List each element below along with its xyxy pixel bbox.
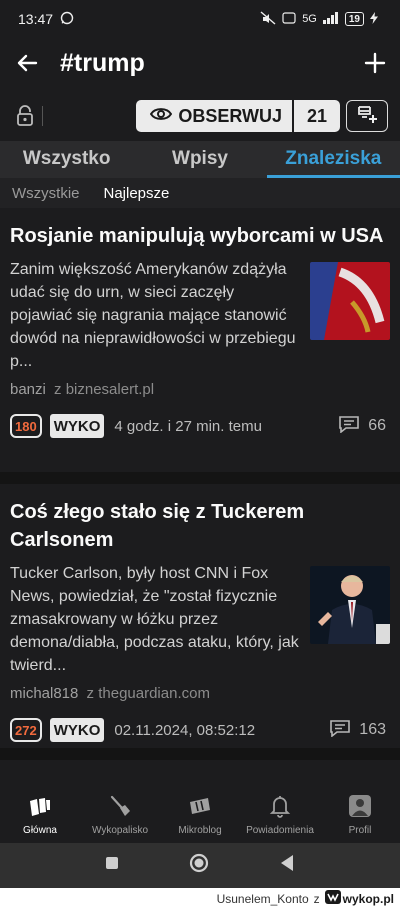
mute-icon — [260, 10, 276, 28]
link-description[interactable]: Tucker Carlson, były host CNN i Fox News… — [10, 562, 310, 677]
link-source-line: michal818 z theguardian.com — [10, 685, 390, 702]
charging-icon — [370, 11, 378, 27]
vote-count: 272 — [10, 718, 42, 742]
link-actions: 272 WYKO 02.11.2024, 08:52:12 163 — [10, 718, 390, 742]
page-title: #trump — [60, 48, 145, 77]
back-triangle-icon[interactable] — [279, 854, 295, 877]
sub-tabs: Wszystkie Najlepsze — [0, 178, 400, 208]
status-bar: 13:47 5G 19 — [0, 0, 400, 38]
watermark-footer: Usunelem_Konto z wykop.pl — [0, 888, 400, 909]
author-name[interactable]: banzi — [10, 381, 46, 398]
nav-powiadomienia[interactable]: Powiadomienia — [240, 786, 320, 842]
author-name[interactable]: michal818 — [10, 685, 78, 702]
wykop-button[interactable]: WYKO — [49, 718, 105, 742]
nav-label: Mikroblog — [178, 825, 222, 836]
comments-button[interactable]: 163 — [329, 719, 390, 742]
link-thumbnail[interactable] — [310, 262, 390, 340]
lock-icon[interactable] — [16, 105, 34, 127]
link-title[interactable]: Coś złego stało się z Tuckerem Carlsonem — [10, 498, 390, 554]
observe-group: OBSERWUJ 21 — [136, 100, 340, 132]
recents-icon[interactable] — [105, 856, 119, 875]
nav-label: Profil — [348, 825, 372, 836]
tab-znaleziska[interactable]: Znaleziska — [266, 141, 400, 178]
tab-wszystko[interactable]: Wszystko — [0, 141, 133, 178]
wykop-button[interactable]: WYKO — [49, 414, 105, 438]
back-arrow-icon[interactable] — [16, 52, 38, 74]
source-domain[interactable]: z theguardian.com — [87, 685, 210, 702]
link-card[interactable]: Coś złego stało się z Tuckerem Carlsonem… — [0, 484, 400, 760]
shovel-icon — [108, 794, 132, 821]
site-name: wykop.pl — [342, 891, 394, 906]
notification-settings-button[interactable] — [346, 100, 388, 132]
footer-separator: z — [313, 891, 320, 906]
link-feed: Rosjanie manipulują wyborcami w USA Zani… — [0, 208, 400, 760]
user-icon — [348, 794, 372, 821]
plus-icon[interactable] — [364, 52, 386, 74]
nav-label: Powiadomienia — [246, 825, 314, 836]
nav-label: Wykopalisko — [91, 825, 149, 836]
comment-count: 163 — [359, 721, 386, 738]
nav-glowna[interactable]: Główna — [0, 786, 80, 842]
subtab-najlepsze[interactable]: Najlepsze — [104, 185, 170, 202]
tab-wpisy[interactable]: Wpisy — [133, 141, 266, 178]
nav-wykopalisko[interactable]: Wykopalisko — [80, 786, 160, 842]
link-description[interactable]: Zanim większość Amerykanów zdążyła udać … — [10, 258, 310, 373]
network-label: 5G — [302, 13, 317, 25]
link-source-line: banzi z biznesalert.pl — [10, 381, 390, 398]
system-navigation — [0, 843, 400, 888]
bottom-navigation: Główna Wykopalisko Mikroblog Powiadomien… — [0, 786, 400, 842]
wykop-logo-icon — [324, 890, 341, 907]
observe-label: OBSERWUJ — [178, 105, 282, 126]
volte-icon — [282, 11, 296, 27]
comments-button[interactable]: 66 — [338, 415, 390, 438]
bell-plus-icon — [356, 104, 378, 129]
comment-count: 66 — [368, 417, 386, 434]
link-title[interactable]: Rosjanie manipulują wyborcami w USA — [10, 222, 390, 250]
signal-icon — [322, 11, 339, 27]
nav-label: Główna — [23, 825, 57, 836]
observe-button[interactable]: OBSERWUJ — [136, 100, 292, 132]
battery-icon: 19 — [344, 12, 364, 26]
site-brand: wykop.pl — [324, 890, 394, 907]
battery-level: 19 — [348, 13, 360, 25]
app-bar: #trump — [0, 40, 400, 86]
microblog-icon — [188, 796, 212, 821]
home-logo-icon — [28, 796, 52, 821]
tag-toolbar: OBSERWUJ 21 — [0, 96, 400, 136]
post-time: 4 godz. i 27 min. temu — [114, 417, 262, 435]
vote-count: 180 — [10, 414, 42, 438]
observers-count: 21 — [292, 100, 340, 132]
post-time: 02.11.2024, 08:52:12 — [114, 721, 256, 739]
content-tabs: Wszystko Wpisy Znaleziska — [0, 141, 400, 178]
link-thumbnail[interactable] — [310, 566, 390, 644]
whatsapp-icon — [60, 11, 74, 28]
status-time: 13:47 — [18, 11, 54, 27]
source-domain[interactable]: z biznesalert.pl — [54, 381, 154, 398]
nav-profil[interactable]: Profil — [320, 786, 400, 842]
comment-icon — [338, 415, 360, 438]
eye-icon — [150, 106, 173, 127]
nav-mikroblog[interactable]: Mikroblog — [160, 786, 240, 842]
subtab-wszystkie[interactable]: Wszystkie — [12, 185, 80, 202]
app-screen: 13:47 5G 19 #trump OBSERWUJ 21 Wszystko … — [0, 0, 400, 888]
uploader-name: Usunelem_Konto — [216, 891, 309, 906]
link-actions: 180 WYKO 4 godz. i 27 min. temu 66 — [10, 414, 390, 438]
bell-icon — [269, 794, 291, 821]
comment-icon — [329, 719, 351, 742]
link-card[interactable]: Rosjanie manipulują wyborcami w USA Zani… — [0, 208, 400, 484]
toolbar-divider — [42, 106, 43, 126]
home-icon[interactable] — [189, 853, 209, 878]
